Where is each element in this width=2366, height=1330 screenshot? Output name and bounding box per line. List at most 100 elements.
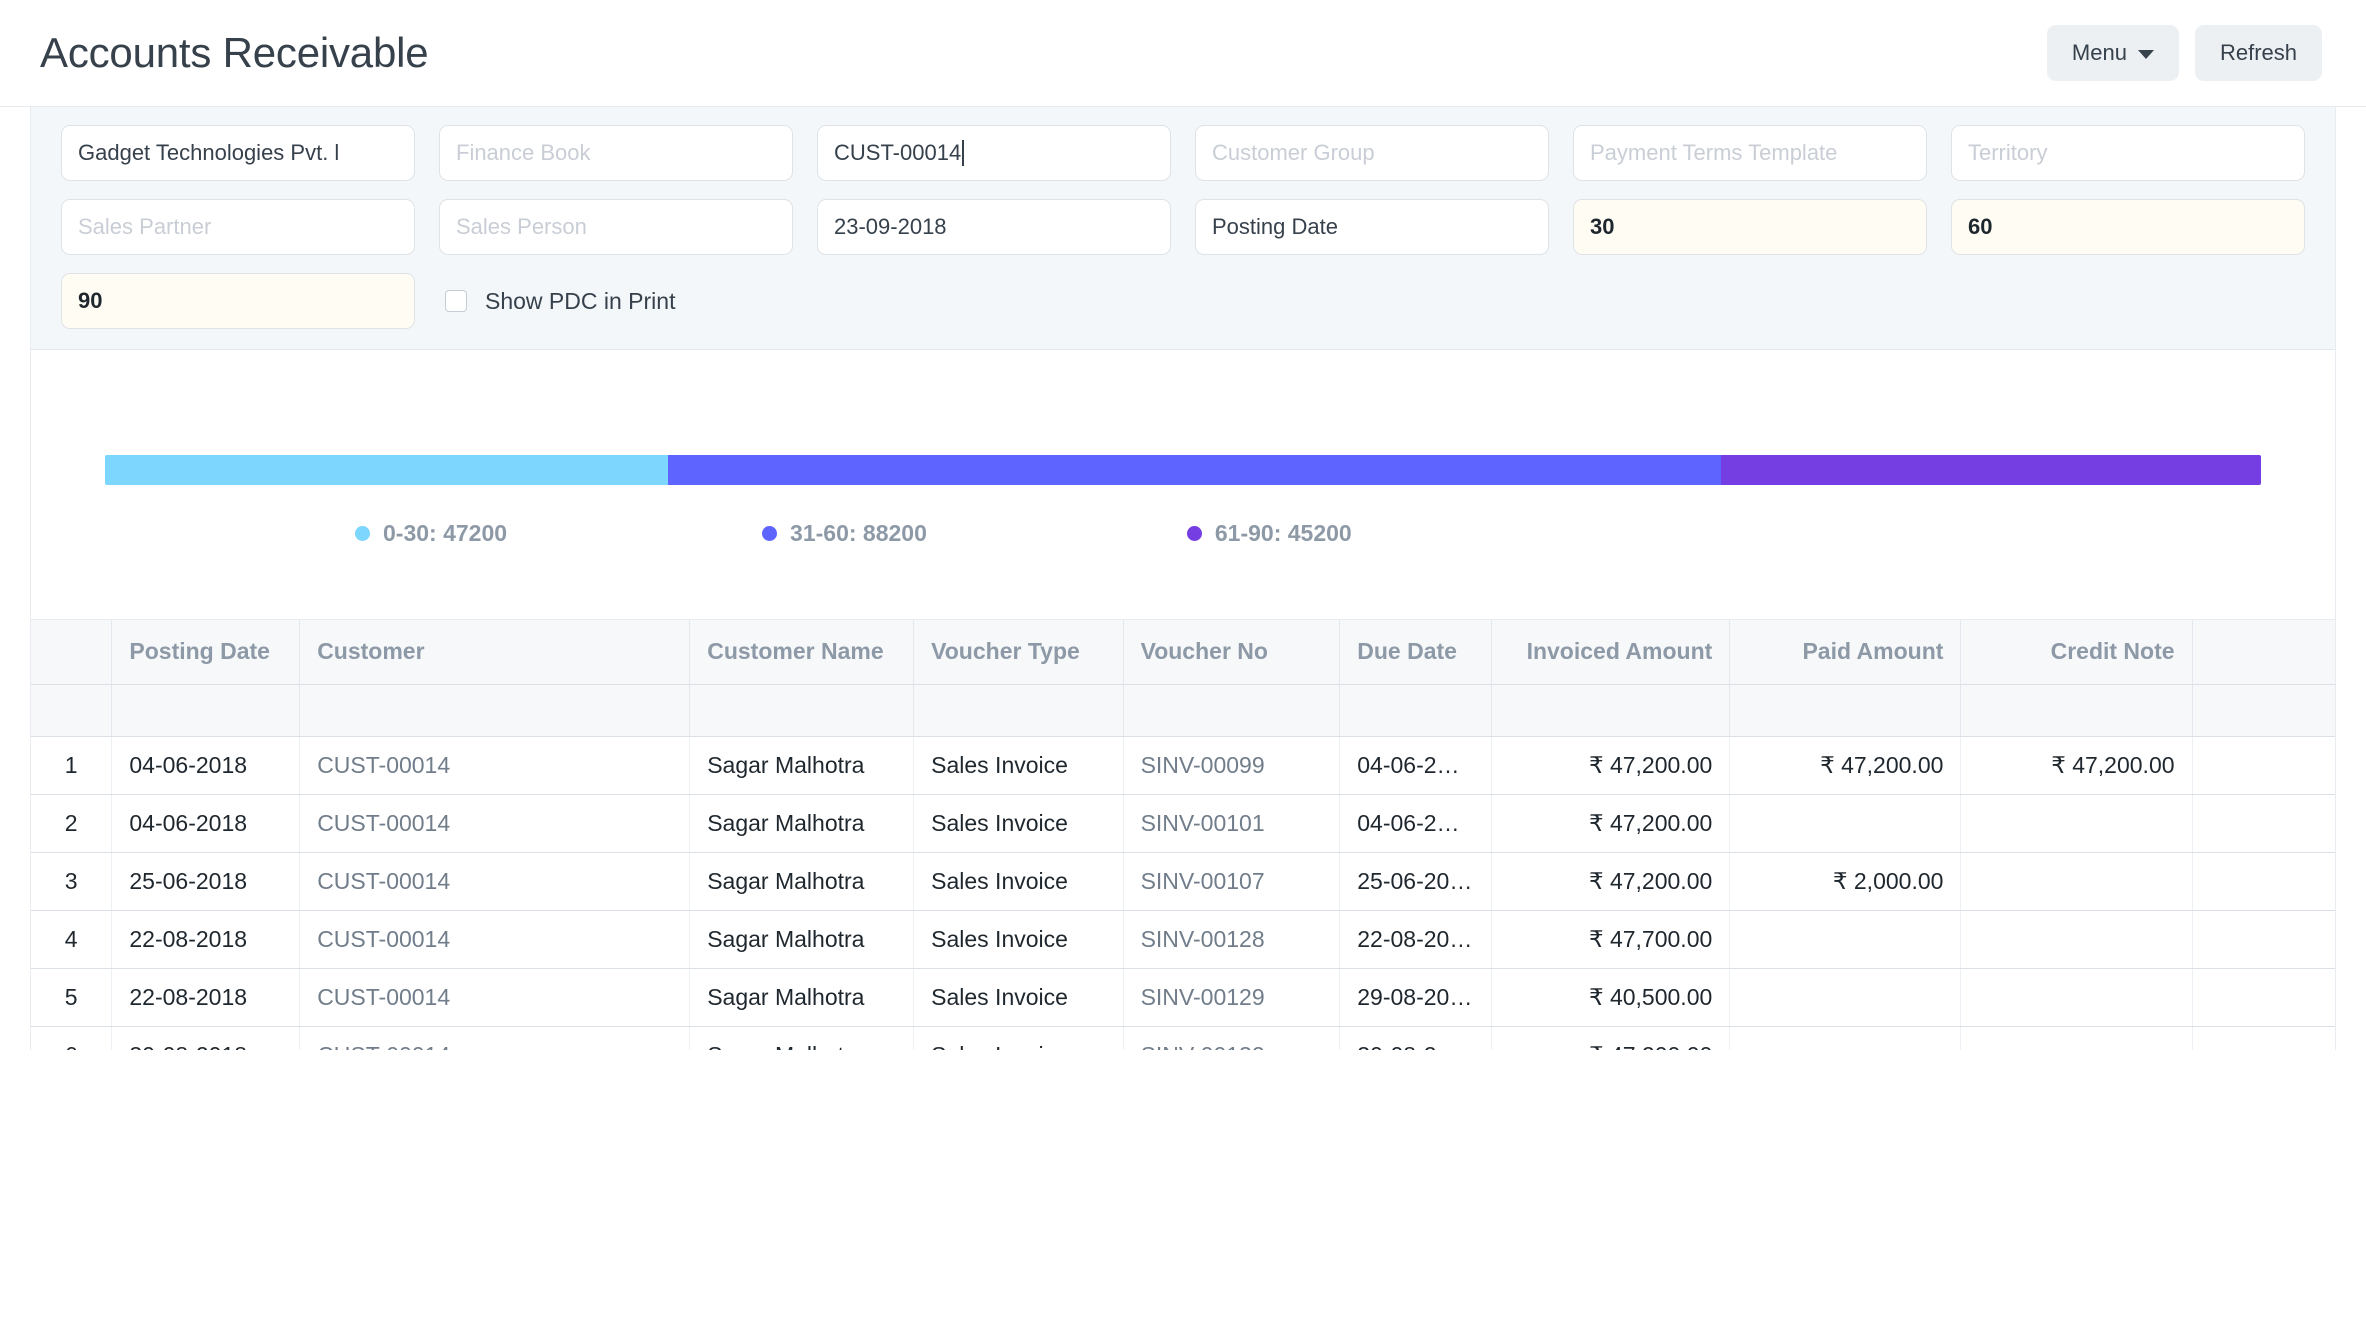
range3-filter[interactable]: 90 [61, 273, 415, 329]
cell-ddate: 04-06-2… [1340, 736, 1492, 794]
cell-vno[interactable]: SINV-00129 [1123, 968, 1340, 1026]
table-row[interactable]: 422-08-2018CUST-00014Sagar MalhotraSales… [31, 910, 2336, 968]
show-pdc-in-print-label: Show PDC in Print [485, 288, 675, 315]
range2-filter-value: 60 [1968, 214, 1992, 240]
column-header-ddate[interactable]: Due Date [1340, 620, 1492, 684]
show-pdc-in-print-field: Show PDC in Print [439, 273, 1171, 329]
cell-cust[interactable]: CUST-00014 [300, 794, 690, 852]
column-header-vno[interactable]: Voucher No [1123, 620, 1340, 684]
column-header-cname[interactable]: Customer Name [690, 620, 914, 684]
cell-cname: Sagar Malhotra [690, 736, 914, 794]
legend-dot-icon [1187, 526, 1202, 541]
column-header-inv[interactable]: Invoiced Amount [1491, 620, 1729, 684]
cell-cust[interactable]: CUST-00014 [300, 852, 690, 910]
table-row[interactable]: 630-08-2018CUST-00014Sagar MalhotraSales… [31, 1026, 2336, 1050]
report-date-filter[interactable]: 23-09-2018 [817, 199, 1171, 255]
ageing-chart: 0-30: 4720031-60: 8820061-90: 45200 [30, 350, 2336, 620]
table-row[interactable]: 325-06-2018CUST-00014Sagar MalhotraSales… [31, 852, 2336, 910]
column-filter-vtype[interactable] [914, 684, 1123, 736]
cell-vtype: Sales Invoice [914, 736, 1123, 794]
cell-out [2192, 968, 2336, 1026]
column-filter-cname[interactable] [690, 684, 914, 736]
cell-vno[interactable]: SINV-00128 [1123, 910, 1340, 968]
table-row[interactable]: 104-06-2018CUST-00014Sagar MalhotraSales… [31, 736, 2336, 794]
customer-group-filter[interactable]: Customer Group [1195, 125, 1549, 181]
cell-paid: ₹ 2,000.00 [1730, 852, 1961, 910]
cell-cn [1961, 794, 2192, 852]
customer-filter-value: CUST-00014 [834, 140, 961, 166]
column-filter-inv[interactable] [1491, 684, 1729, 736]
cell-vtype: Sales Invoice [914, 794, 1123, 852]
range1-filter[interactable]: 30 [1573, 199, 1927, 255]
header-actions: Menu Refresh [2047, 25, 2322, 81]
company-filter[interactable]: Gadget Technologies Pvt. l [61, 125, 415, 181]
cell-inv: ₹ 40,500.00 [1491, 968, 1729, 1026]
cell-pdate: 25-06-2018 [112, 852, 300, 910]
cell-paid [1730, 1026, 1961, 1050]
column-header-paid[interactable]: Paid Amount [1730, 620, 1961, 684]
column-header-idx[interactable] [31, 620, 112, 684]
menu-button-label: Menu [2072, 40, 2127, 66]
report-table: Posting DateCustomerCustomer NameVoucher… [31, 620, 2336, 1050]
customer-group-filter-placeholder: Customer Group [1212, 140, 1375, 166]
territory-filter[interactable]: Territory [1951, 125, 2305, 181]
bar-segment-31-60[interactable] [668, 455, 1721, 485]
column-header-vtype[interactable]: Voucher Type [914, 620, 1123, 684]
bar-segment-61-90[interactable] [1721, 455, 2261, 485]
legend-dot-icon [762, 526, 777, 541]
cell-idx: 3 [31, 852, 112, 910]
show-pdc-in-print-checkbox[interactable] [445, 290, 467, 312]
sales-partner-filter[interactable]: Sales Partner [61, 199, 415, 255]
bar-segment-0-30[interactable] [105, 455, 668, 485]
column-header-cn[interactable]: Credit Note [1961, 620, 2192, 684]
cell-cn [1961, 910, 2192, 968]
cell-cname: Sagar Malhotra [690, 794, 914, 852]
finance-book-filter[interactable]: Finance Book [439, 125, 793, 181]
column-filter-vno[interactable] [1123, 684, 1340, 736]
column-filter-cust[interactable] [300, 684, 690, 736]
cell-idx: 2 [31, 794, 112, 852]
column-filter-ddate[interactable] [1340, 684, 1492, 736]
column-filter-cn[interactable] [1961, 684, 2192, 736]
cell-vno[interactable]: SINV-00107 [1123, 852, 1340, 910]
cell-vno[interactable]: SINV-00101 [1123, 794, 1340, 852]
refresh-button[interactable]: Refresh [2195, 25, 2322, 81]
menu-button[interactable]: Menu [2047, 25, 2179, 81]
table-column-filter-row[interactable] [31, 684, 2336, 736]
ageing-based-on-filter[interactable]: Posting Date [1195, 199, 1549, 255]
cell-ddate: 30-08-2… [1340, 1026, 1492, 1050]
cell-inv: ₹ 47,200.00 [1491, 736, 1729, 794]
cell-cust[interactable]: CUST-00014 [300, 968, 690, 1026]
company-filter-value: Gadget Technologies Pvt. l [78, 140, 339, 166]
sales-person-filter[interactable]: Sales Person [439, 199, 793, 255]
payment-terms-template-filter[interactable]: Payment Terms Template [1573, 125, 1927, 181]
cell-vtype: Sales Invoice [914, 1026, 1123, 1050]
column-filter-paid[interactable] [1730, 684, 1961, 736]
range2-filter[interactable]: 60 [1951, 199, 2305, 255]
column-filter-out[interactable] [2192, 684, 2336, 736]
text-cursor [962, 140, 964, 166]
cell-cust[interactable]: CUST-00014 [300, 910, 690, 968]
sales-partner-filter-placeholder: Sales Partner [78, 214, 211, 240]
column-header-pdate[interactable]: Posting Date [112, 620, 300, 684]
cell-vtype: Sales Invoice [914, 852, 1123, 910]
payment-terms-template-filter-placeholder: Payment Terms Template [1590, 140, 1837, 166]
column-filter-idx[interactable] [31, 684, 112, 736]
column-filter-pdate[interactable] [112, 684, 300, 736]
cell-cust[interactable]: CUST-00014 [300, 736, 690, 794]
report-table-wrap[interactable]: Posting DateCustomerCustomer NameVoucher… [30, 620, 2336, 1050]
cell-vno[interactable]: SINV-00132 [1123, 1026, 1340, 1050]
table-row[interactable]: 204-06-2018CUST-00014Sagar MalhotraSales… [31, 794, 2336, 852]
cell-vno[interactable]: SINV-00099 [1123, 736, 1340, 794]
cell-cname: Sagar Malhotra [690, 910, 914, 968]
table-row[interactable]: 522-08-2018CUST-00014Sagar MalhotraSales… [31, 968, 2336, 1026]
legend-label: 31-60: 88200 [790, 520, 927, 547]
cell-cust[interactable]: CUST-00014 [300, 1026, 690, 1050]
column-header-cust[interactable]: Customer [300, 620, 690, 684]
cell-cn [1961, 852, 2192, 910]
cell-out [2192, 910, 2336, 968]
customer-filter[interactable]: CUST-00014 [817, 125, 1171, 181]
column-header-out[interactable]: O [2192, 620, 2336, 684]
cell-ddate: 25-06-20… [1340, 852, 1492, 910]
cell-idx: 6 [31, 1026, 112, 1050]
